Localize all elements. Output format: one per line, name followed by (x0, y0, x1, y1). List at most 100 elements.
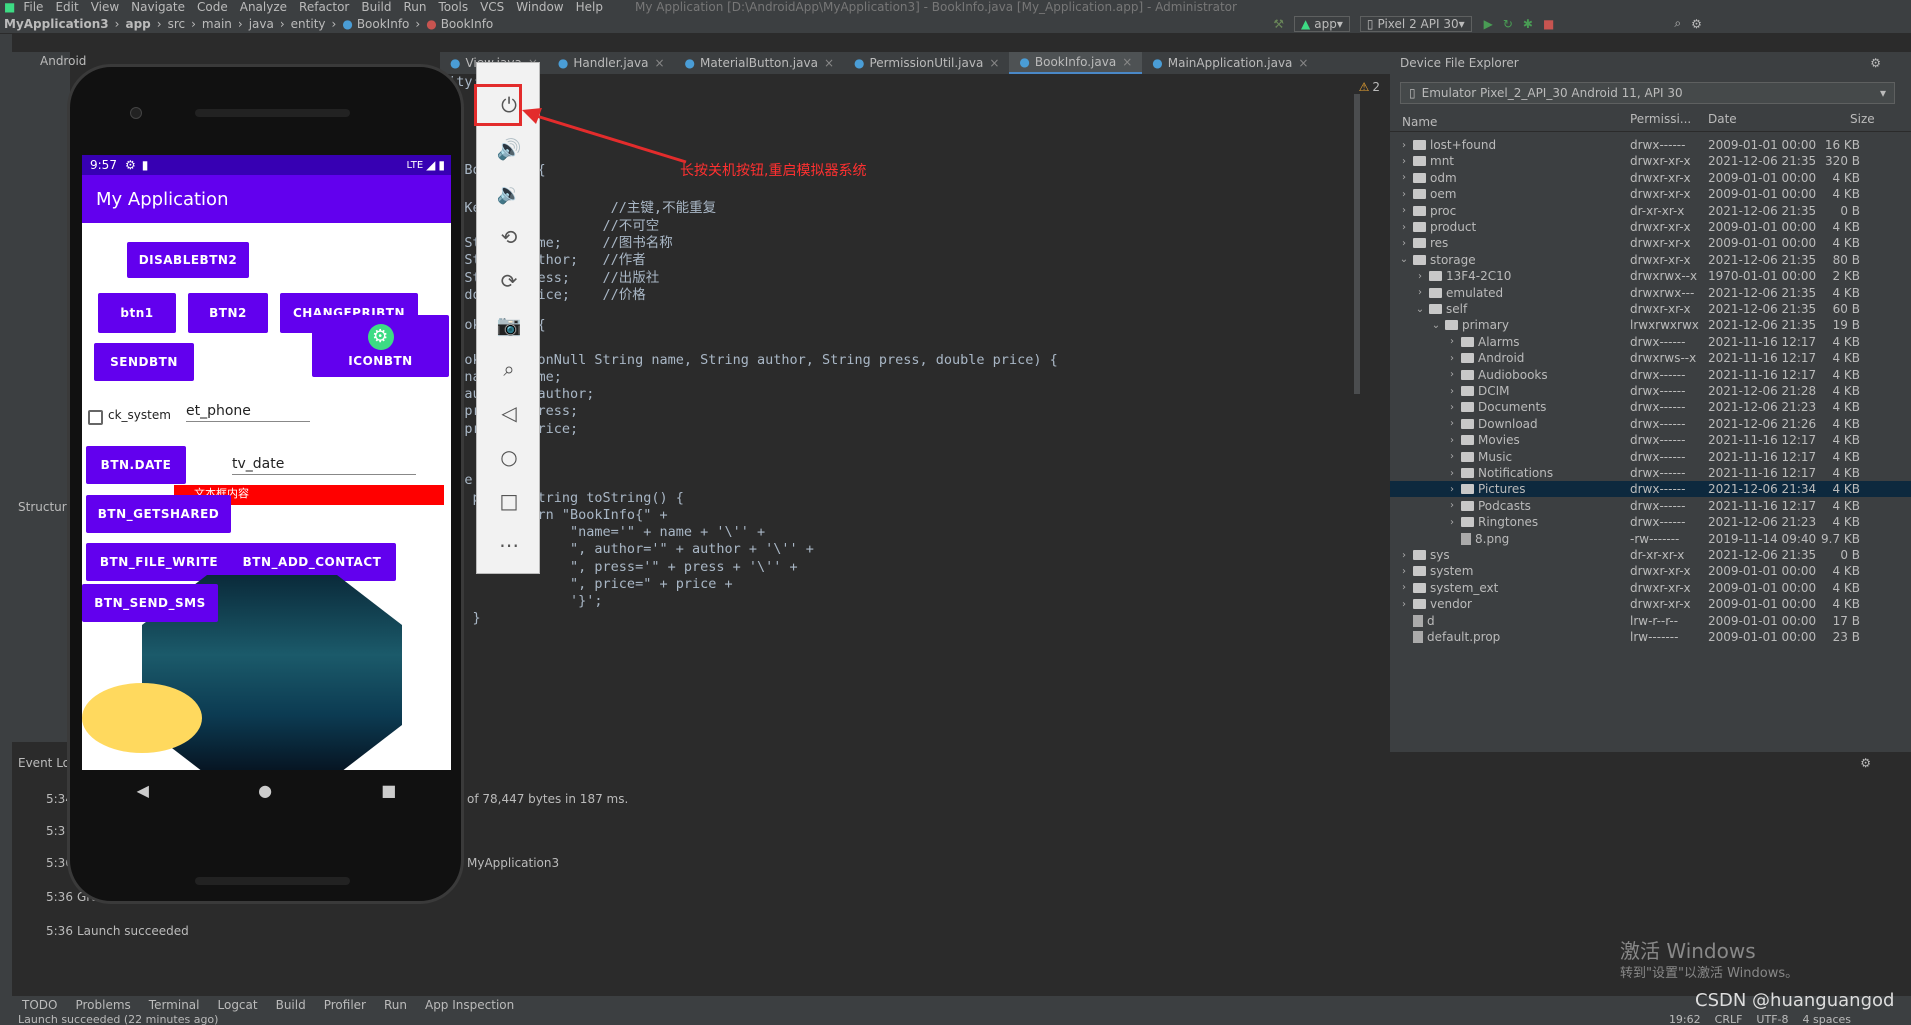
file-row[interactable]: › mnt drwxr-xr-x 2021-12-06 21:35 320 B (1390, 153, 1911, 169)
menu-view[interactable]: View (91, 0, 119, 14)
menu-navigate[interactable]: Navigate (131, 0, 185, 14)
file-row[interactable]: › lost+found drwx------ 2009-01-01 00:00 16 … (1390, 137, 1911, 153)
menu-file[interactable]: File (23, 0, 43, 14)
editor-scrollbar[interactable] (1354, 94, 1360, 394)
chevron-icon[interactable]: › (1414, 271, 1426, 282)
file-row[interactable]: › sys dr-xr-xr-x 2021-12-06 21:35 0 B (1390, 547, 1911, 563)
column-size[interactable]: Size (1820, 112, 1890, 131)
zoom-icon[interactable]: ⌕ (477, 349, 541, 389)
column-date[interactable]: Date (1708, 112, 1820, 131)
file-row[interactable]: › product drwxr-xr-x 2009-01-01 00:00 4 KB (1390, 219, 1911, 235)
device-select[interactable]: ▯ Emulator Pixel_2_API_30 Android 11, AP… (1400, 82, 1895, 104)
btn1-button[interactable]: btn1 (98, 293, 176, 333)
column-name[interactable]: Name (1390, 112, 1630, 131)
run-config-select[interactable]: ▲ app ▾ (1294, 15, 1350, 32)
file-row[interactable]: › Pictures drwx------ 2021-12-06 21:34 4 KB (1390, 481, 1911, 498)
close-icon[interactable]: × (989, 56, 999, 70)
run-icon[interactable]: ▶ (1484, 17, 1493, 31)
breadcrumb-java[interactable]: java (249, 17, 274, 31)
send-sms-button[interactable]: BTN_SEND_SMS (82, 584, 218, 622)
device-select[interactable]: ▯ Pixel 2 API 30 ▾ (1359, 15, 1472, 32)
home-icon[interactable]: ● (258, 781, 272, 800)
chevron-icon[interactable]: › (1446, 451, 1458, 462)
status-line-ending[interactable]: CRLF (1715, 1014, 1743, 1025)
chevron-icon[interactable]: › (1446, 386, 1458, 397)
warnings-indicator[interactable]: ⚠ 2 (1359, 80, 1380, 94)
file-row[interactable]: › Ringtones drwx------ 2021-12-06 21:23 4 KB (1390, 514, 1911, 530)
icon-button[interactable]: ⚙ ICONBTN (312, 315, 449, 377)
file-row[interactable]: › DCIM drwx------ 2021-12-06 21:28 4 KB (1390, 383, 1911, 399)
stop-icon[interactable]: ■ (1543, 17, 1554, 31)
chevron-icon[interactable]: › (1446, 468, 1458, 479)
rotate-left-icon[interactable]: ⟲ (477, 217, 541, 257)
chevron-icon[interactable]: › (1398, 566, 1410, 577)
back-icon[interactable]: ◁ (477, 393, 541, 433)
breadcrumb-project[interactable]: MyApplication3 (4, 17, 109, 31)
bottom-tab-todo[interactable]: TODO (22, 998, 57, 1012)
chevron-icon[interactable]: › (1446, 369, 1458, 380)
search-icon[interactable]: ⌕ (1674, 16, 1681, 31)
chevron-icon[interactable]: › (1446, 484, 1458, 495)
breadcrumb-app[interactable]: app (125, 17, 150, 31)
tab-mainapplication-java[interactable]: ● MainApplication.java × (1142, 52, 1318, 74)
tab-bookinfo-java[interactable]: ● BookInfo.java × (1009, 52, 1143, 74)
breadcrumb-main[interactable]: main (202, 17, 232, 31)
camera-icon[interactable]: 📷 (477, 305, 541, 345)
file-row[interactable]: › Audiobooks drwx------ 2021-11-16 12:17 4 K… (1390, 367, 1911, 383)
rotate-right-icon[interactable]: ⟳ (477, 261, 541, 301)
close-icon[interactable]: × (1122, 55, 1132, 69)
chevron-icon[interactable]: › (1446, 517, 1458, 528)
file-row[interactable]: › Movies drwx------ 2021-11-16 12:17 4 KB (1390, 432, 1911, 448)
file-row[interactable]: ⌄ self drwxr-xr-x 2021-12-06 21:35 60 B (1390, 301, 1911, 317)
home-icon[interactable]: ○ (477, 437, 541, 477)
chevron-icon[interactable]: › (1398, 172, 1410, 183)
getshared-button[interactable]: BTN_GETSHARED (86, 495, 231, 533)
chevron-icon[interactable]: › (1398, 222, 1410, 233)
breadcrumb-entity[interactable]: entity (291, 17, 326, 31)
menu-refactor[interactable]: Refactor (299, 0, 349, 14)
btn2-button[interactable]: BTN2 (188, 293, 268, 333)
chevron-icon[interactable]: › (1398, 550, 1410, 561)
chevron-icon[interactable]: › (1446, 500, 1458, 511)
file-row[interactable]: › Notifications drwx------ 2021-11-16 12:17… (1390, 465, 1911, 481)
menu-code[interactable]: Code (197, 0, 228, 14)
debug-icon[interactable]: ✱ (1523, 17, 1533, 31)
et-phone-input[interactable]: et_phone (186, 403, 310, 422)
tab-handler-java[interactable]: ● Handler.java × (548, 52, 675, 74)
file-row[interactable]: › Android drwxrws--x 2021-11-16 12:17 4 KB (1390, 350, 1911, 366)
bottom-tab-build[interactable]: Build (276, 998, 306, 1012)
file-row[interactable]: › Podcasts drwx------ 2021-11-16 12:17 4 KB (1390, 498, 1911, 514)
file-row[interactable]: › vendor drwxr-xr-x 2009-01-01 00:00 4 KB (1390, 596, 1911, 612)
chevron-icon[interactable]: › (1446, 336, 1458, 347)
tab-materialbutton-java[interactable]: ● MaterialButton.java × (675, 52, 844, 74)
back-icon[interactable]: ◀ (137, 781, 149, 800)
file-row[interactable]: ⌄ primary lrwxrwxrwx 2021-12-06 21:35 19 B (1390, 317, 1911, 333)
file-row[interactable]: default.prop lrw------- 2009-01-01 00:00 23… (1390, 629, 1911, 645)
menu-analyze[interactable]: Analyze (240, 0, 287, 14)
breadcrumb-class[interactable]: BookInfo (357, 17, 410, 31)
volume-down-icon[interactable]: 🔉 (477, 173, 541, 213)
file-row[interactable]: › odm drwxr-xr-x 2009-01-01 00:00 4 KB (1390, 170, 1911, 186)
file-row[interactable]: › res drwxr-xr-x 2009-01-01 00:00 4 KB (1390, 235, 1911, 251)
bottom-tab-logcat[interactable]: Logcat (218, 998, 258, 1012)
chevron-icon[interactable]: › (1398, 156, 1410, 167)
bottom-tab-profiler[interactable]: Profiler (324, 998, 366, 1012)
gear-icon[interactable]: ⚙ (1870, 56, 1881, 70)
ck-system-checkbox[interactable] (88, 410, 103, 425)
apply-changes-icon[interactable]: ↻ (1503, 17, 1513, 31)
chevron-icon[interactable]: › (1398, 205, 1410, 216)
disable-btn2-button[interactable]: DISABLEBTN2 (127, 242, 249, 278)
settings-icon[interactable]: ⚙ (1691, 17, 1702, 31)
chevron-icon[interactable]: › (1398, 599, 1410, 610)
send-button[interactable]: SENDBTN (94, 343, 194, 381)
status-encoding[interactable]: UTF-8 (1756, 1014, 1788, 1025)
column-permissions[interactable]: Permissi... (1630, 112, 1708, 131)
project-view-label[interactable]: Android (40, 54, 86, 68)
menu-vcs[interactable]: VCS (480, 0, 504, 14)
file-row[interactable]: ⌄ storage drwxr-xr-x 2021-12-06 21:35 80 B (1390, 252, 1911, 268)
file-row[interactable]: › system drwxr-xr-x 2009-01-01 00:00 4 KB (1390, 563, 1911, 579)
chevron-icon[interactable]: › (1414, 287, 1426, 298)
status-indent[interactable]: 4 spaces (1803, 1014, 1852, 1025)
chevron-icon[interactable]: › (1446, 353, 1458, 364)
menu-tools[interactable]: Tools (439, 0, 469, 14)
